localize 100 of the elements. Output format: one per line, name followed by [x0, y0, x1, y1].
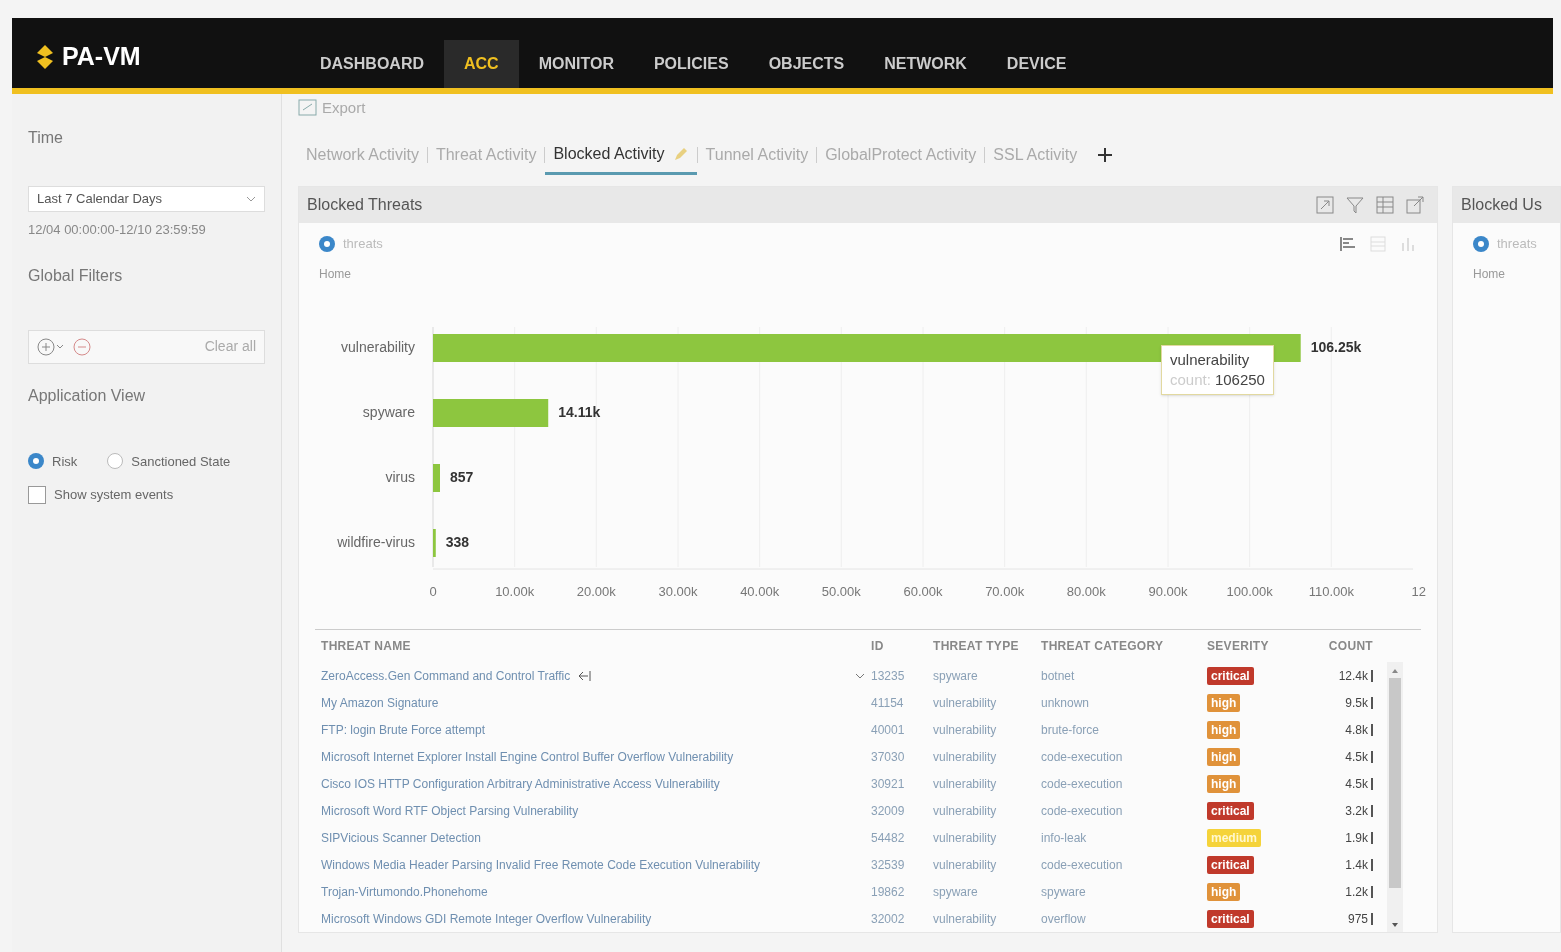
add-filter-icon[interactable]: [37, 337, 65, 356]
remove-filter-icon[interactable]: [73, 337, 91, 356]
axis-tick-label: 0: [429, 584, 437, 599]
axis-tick-label: 60.00k: [903, 584, 943, 599]
category-label: spyware: [362, 404, 415, 420]
value-label: 14.11k: [558, 404, 601, 420]
section-title: Application View: [28, 385, 147, 406]
table-cell-text: 19862: [870, 883, 906, 901]
activity-tab[interactable]: GlobalProtect Activity: [817, 135, 985, 175]
view-radio[interactable]: Sanctioned State: [107, 451, 231, 471]
maximize-icon[interactable]: [1315, 195, 1335, 215]
table-cell-text: code-execution: [1040, 748, 1124, 766]
nav-tab[interactable]: OBJECTS: [748, 40, 865, 88]
pencil-icon: [672, 145, 689, 162]
count-value: 3.2k: [1345, 802, 1368, 820]
activity-tab[interactable]: SSL Activity: [985, 135, 1086, 175]
tooltip-value: 106250: [1214, 370, 1265, 390]
table-cell-text: overflow: [1040, 910, 1087, 928]
activity-tab[interactable]: Tunnel Activity: [697, 135, 817, 175]
axis-tick-label: 20.00k: [576, 584, 616, 599]
table-cell-text: 37030: [870, 748, 906, 766]
table-cell-text: brute-force: [1040, 721, 1101, 739]
severity-badge: medium: [1207, 828, 1261, 847]
filter-icon[interactable]: [1345, 195, 1365, 215]
export-icon: [298, 99, 318, 117]
axis-tick-label: 90.00k: [1148, 584, 1188, 599]
threat-name-link[interactable]: Microsoft Windows GDI Remote Integer Overflow Vulnerability: [321, 909, 652, 928]
external-link-icon[interactable]: [1405, 195, 1425, 215]
threat-name-link[interactable]: Trojan-Virtumondo.Phonehome: [321, 882, 488, 901]
count-value: 4.5k: [1345, 748, 1368, 766]
scrollbar[interactable]: [1387, 662, 1403, 932]
table-cell-text: vulnerability: [932, 856, 998, 874]
nav-tab[interactable]: MONITOR: [518, 40, 634, 88]
column-header[interactable]: ID: [865, 637, 911, 655]
time-range-dropdown[interactable]: Last 7 Calendar Days: [28, 186, 265, 212]
threats-radio[interactable]: threats: [319, 234, 383, 254]
value-label: 338: [445, 534, 470, 550]
count-value: 9.5k: [1345, 694, 1368, 712]
count-value: 1.4k: [1345, 856, 1368, 874]
nav-tab[interactable]: NETWORK: [864, 40, 987, 88]
axis-tick-label: 50.00k: [821, 584, 861, 599]
section-title: Global Filters: [28, 265, 124, 286]
show-system-events-checkbox[interactable]: Show system events: [28, 485, 265, 505]
activity-tab[interactable]: Network Activity: [298, 135, 427, 175]
threat-name-link[interactable]: Cisco IOS HTTP Configuration Arbitrary Administrative Access Vulnerability: [321, 774, 720, 793]
table-cell-text: vulnerability: [932, 910, 998, 928]
axis-tick-label: 30.00k: [658, 584, 698, 599]
nav-tab[interactable]: DASHBOARD: [300, 40, 444, 88]
threat-name-link[interactable]: ZeroAccess.Gen Command and Control Traffic: [321, 666, 571, 685]
axis-tick-label: 40.00k: [740, 584, 780, 599]
widget-title: Blocked Us: [1461, 195, 1542, 215]
column-header[interactable]: SEVERITY: [1203, 637, 1303, 655]
export-button[interactable]: Export: [298, 94, 1561, 122]
severity-badge: high: [1207, 720, 1241, 739]
breadcrumb[interactable]: Home: [319, 265, 351, 285]
table-cell-text: botnet: [1040, 667, 1076, 685]
widget-title: Blocked Threats: [307, 195, 423, 215]
threat-name-link[interactable]: My Amazon Signature: [321, 693, 439, 712]
table-cell-text: code-execution: [1040, 775, 1124, 793]
column-header[interactable]: THREAT NAME: [315, 637, 865, 655]
column-chart-icon[interactable]: [1399, 235, 1417, 253]
column-header[interactable]: COUNT: [1303, 637, 1383, 655]
column-header[interactable]: THREAT CATEGORY: [1037, 637, 1203, 655]
severity-badge: critical: [1207, 909, 1254, 928]
threat-name-link[interactable]: Windows Media Header Parsing Invalid Free Remote Code Execution Vulnerability: [321, 855, 761, 874]
logo-icon: [36, 44, 54, 70]
view-radio[interactable]: Risk: [28, 451, 78, 471]
chevron-icon: [246, 196, 256, 202]
tooltip-title: vulnerability: [1170, 350, 1251, 370]
axis-tick-label: 10.00k: [495, 584, 535, 599]
table-icon[interactable]: [1375, 195, 1395, 215]
breadcrumb[interactable]: Home: [1473, 265, 1505, 283]
section-title: Time: [28, 128, 64, 148]
bar-chart-icon[interactable]: [1339, 235, 1357, 253]
activity-tab[interactable]: Blocked Activity: [545, 135, 697, 175]
nav-tab[interactable]: ACC: [444, 40, 519, 88]
axis-tick-label: 70.00k: [985, 584, 1025, 599]
table-cell-text: vulnerability: [932, 802, 998, 820]
column-header[interactable]: THREAT TYPE: [911, 637, 1037, 655]
threat-name-link[interactable]: SIPVicious Scanner Detection: [321, 828, 481, 847]
activity-tab[interactable]: Threat Activity: [427, 135, 545, 175]
threat-name-link[interactable]: Microsoft Word RTF Object Parsing Vulnerability: [321, 801, 579, 820]
table-cell-text: spyware: [932, 667, 979, 685]
threat-name-link[interactable]: Microsoft Internet Explorer Install Engine Control Buffer Overflow Vulnerability: [321, 747, 734, 766]
table-cell-text: vulnerability: [932, 748, 998, 766]
nav-tab[interactable]: POLICIES: [633, 40, 749, 88]
table-cell-text: 13235: [870, 667, 906, 685]
threats-radio[interactable]: threats: [1473, 234, 1537, 254]
bar[interactable]: [433, 529, 436, 557]
time-span: 12/04 00:00:00-12/10 23:59:59: [28, 221, 207, 239]
table-cell-text: code-execution: [1040, 802, 1124, 820]
back-arrow-icon[interactable]: [578, 669, 593, 682]
nav-tab[interactable]: DEVICE: [986, 40, 1087, 88]
count-value: 975: [1347, 910, 1368, 928]
chevron-icon[interactable]: [855, 672, 865, 679]
category-label: virus: [385, 469, 415, 485]
count-value: 12.4k: [1338, 667, 1368, 685]
clear-all-button[interactable]: Clear all: [204, 336, 256, 357]
threat-name-link[interactable]: FTP: login Brute Force attempt: [321, 720, 486, 739]
severity-badge: critical: [1207, 855, 1254, 874]
